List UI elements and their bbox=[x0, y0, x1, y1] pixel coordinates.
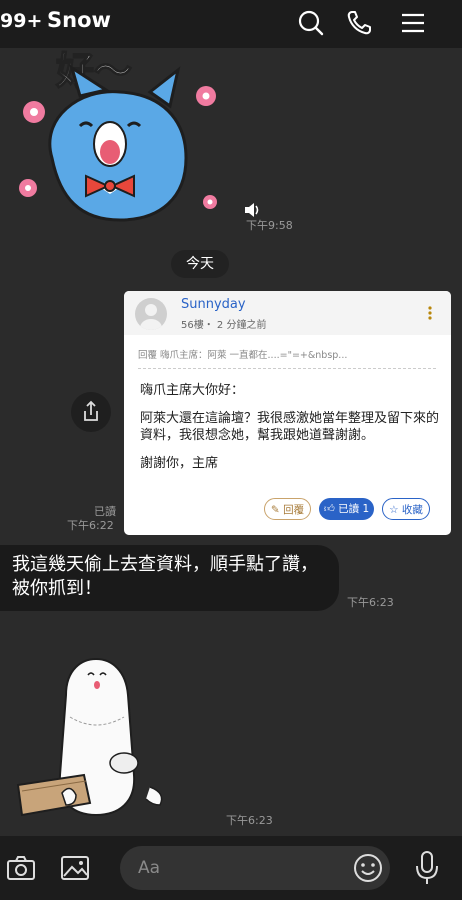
search-icon[interactable] bbox=[296, 8, 326, 38]
like-button[interactable]: 👍︎ 已讀 1 bbox=[319, 498, 374, 520]
share-button[interactable] bbox=[71, 392, 111, 432]
message-text: 我這幾天偷上去查資料，順手點了讚，被你抓到！ bbox=[12, 554, 318, 599]
post-paragraph: 阿萊大還在這論壇？我很感激她當年整理及留下來的資料，我很想念她，幫我跟她道聲謝謝… bbox=[140, 411, 440, 443]
post-paragraph: 嗨爪主席大你好： bbox=[140, 383, 245, 398]
save-label: 收藏 bbox=[401, 504, 423, 516]
star-icon: ☆ bbox=[389, 504, 399, 516]
message-bubble[interactable]: 我這幾天偷上去查資料，順手點了讚，被你抓到！ bbox=[0, 545, 339, 611]
speaker-icon[interactable] bbox=[244, 202, 262, 217]
post-header: Sunnyday 56樓・ 2 分鐘之前 bbox=[124, 291, 451, 335]
avatar[interactable] bbox=[135, 298, 167, 330]
image-icon[interactable] bbox=[60, 854, 90, 882]
share-icon bbox=[84, 400, 98, 421]
timestamp: 下午6:23 bbox=[347, 596, 394, 609]
sticker-blue-cat[interactable]: 好〜 bbox=[10, 48, 230, 228]
more-options-icon[interactable] bbox=[426, 305, 434, 321]
reply-label: 回覆 bbox=[283, 504, 305, 516]
thumbs-up-icon: 👍︎ bbox=[323, 503, 335, 515]
sticker-white-creature[interactable] bbox=[14, 655, 174, 825]
save-button[interactable]: ☆ 收藏 bbox=[382, 498, 430, 520]
post-actions: ✎ 回覆 👍︎ 已讀 1 ☆ 收藏 bbox=[124, 498, 451, 522]
composer-bar bbox=[0, 836, 462, 900]
message-input[interactable] bbox=[120, 846, 390, 890]
reply-button[interactable]: ✎ 回覆 bbox=[264, 498, 311, 520]
phone-icon[interactable] bbox=[344, 8, 374, 38]
shared-post-card[interactable]: Sunnyday 56樓・ 2 分鐘之前 回覆 嗨爪主席：阿萊 一直都在....… bbox=[124, 291, 451, 535]
like-label: 已讀 1 bbox=[338, 503, 370, 515]
menu-icon[interactable] bbox=[398, 8, 428, 38]
timestamp: 下午6:22 bbox=[67, 519, 114, 532]
date-separator: 今天 bbox=[171, 250, 229, 278]
post-body: 嗨爪主席大你好： 阿萊大還在這論壇？我很感激她當年整理及留下來的資料，我很想念她… bbox=[140, 382, 440, 483]
chat-header: 99+ Snow bbox=[0, 0, 462, 48]
post-paragraph: 謝謝你，主席 bbox=[140, 456, 219, 471]
camera-icon[interactable] bbox=[6, 854, 36, 882]
emoji-icon[interactable] bbox=[352, 852, 384, 884]
chat-title: Snow bbox=[47, 8, 111, 32]
microphone-icon[interactable] bbox=[414, 850, 440, 886]
quoted-reply: 回覆 嗨爪主席：阿萊 一直都在....="=+&nbsp... bbox=[138, 347, 436, 369]
unread-badge[interactable]: 99+ bbox=[0, 10, 42, 32]
post-meta: 56樓・ 2 分鐘之前 bbox=[181, 320, 267, 331]
timestamp: 下午9:58 bbox=[246, 219, 293, 232]
post-author[interactable]: Sunnyday bbox=[181, 297, 246, 312]
pencil-icon: ✎ bbox=[270, 504, 280, 516]
timestamp: 下午6:23 bbox=[226, 814, 273, 827]
